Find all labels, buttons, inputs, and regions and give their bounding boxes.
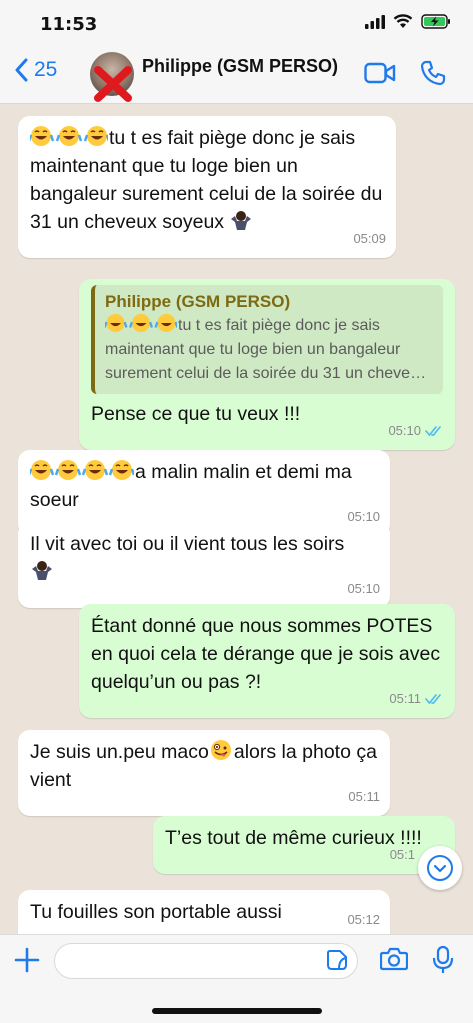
avatar[interactable] xyxy=(90,52,134,102)
message-time: 05:12 xyxy=(347,912,380,927)
sticker-button[interactable] xyxy=(326,949,348,976)
message-time: 05:11 xyxy=(348,789,380,804)
message-meta: 05:11 xyxy=(389,685,445,713)
message-text: T’es tout de même curieux !!!! xyxy=(165,827,422,849)
shrug-emoji-icon xyxy=(32,561,52,580)
microphone-button[interactable] xyxy=(432,945,454,980)
scroll-to-bottom-button[interactable] xyxy=(418,846,462,890)
phone-icon xyxy=(420,60,446,86)
status-time: 11:53 xyxy=(40,14,98,35)
message-text-part-1: Je suis un.peu maco xyxy=(30,741,209,763)
message-outgoing[interactable]: Philippe (GSM PERSO) tu t es fait piège … xyxy=(79,279,455,450)
double-check-icon xyxy=(425,426,441,437)
quoted-text: tu t es fait piège donc je sais maintena… xyxy=(105,313,433,386)
chat-area[interactable]: tu t es fait piège donc je sais maintena… xyxy=(0,104,473,934)
battery-charging-icon xyxy=(421,14,450,29)
video-call-button[interactable] xyxy=(364,62,396,89)
message-text: Pense ce que tu veux !!! xyxy=(91,403,301,425)
message-input[interactable] xyxy=(54,943,358,979)
message-text: Étant donné que nous sommes POTES en quo… xyxy=(91,615,441,693)
shrug-emoji-icon xyxy=(231,211,252,230)
chevron-left-icon xyxy=(15,58,28,82)
message-meta: 05:12 xyxy=(347,906,380,934)
message-time: 05:10 xyxy=(388,423,421,438)
tears-of-joy-emoji-icon xyxy=(30,460,134,480)
sticker-icon xyxy=(327,950,347,970)
message-incoming[interactable]: Je suis un.peu maco alors la photo ça vi… xyxy=(18,730,390,816)
chat-header: 25 Philippe (GSM PERSO) xyxy=(0,44,473,104)
message-time: 05:11 xyxy=(389,691,421,706)
message-outgoing[interactable]: T’es tout de même curieux !!!! 05:1 xyxy=(153,816,455,874)
status-icons xyxy=(365,14,451,29)
chevron-down-circle-icon xyxy=(427,855,453,881)
message-meta: 05:10 xyxy=(388,417,445,445)
double-check-icon xyxy=(425,694,441,705)
plus-icon xyxy=(14,947,40,973)
quoted-sender: Philippe (GSM PERSO) xyxy=(105,292,291,311)
voice-call-button[interactable] xyxy=(420,60,446,91)
message-outgoing[interactable]: Étant donné que nous sommes POTES en quo… xyxy=(79,604,455,718)
quoted-message[interactable]: Philippe (GSM PERSO) tu t es fait piège … xyxy=(91,285,443,394)
microphone-icon xyxy=(432,945,454,973)
message-time: 05:1 xyxy=(389,847,415,862)
home-indicator xyxy=(152,1008,322,1014)
camera-icon xyxy=(379,947,409,971)
message-text: Tu fouilles son portable aussi xyxy=(30,901,282,923)
tears-of-joy-emoji-icon xyxy=(30,126,108,146)
message-time: 05:10 xyxy=(347,581,380,596)
camera-button[interactable] xyxy=(379,947,409,976)
message-meta: 05:11 xyxy=(348,783,380,811)
wifi-icon xyxy=(393,14,413,28)
unread-count: 25 xyxy=(34,58,58,81)
message-incoming[interactable]: Il vit avec toi ou il vient tous les soi… xyxy=(18,522,390,608)
message-incoming[interactable]: tu t es fait piège donc je sais maintena… xyxy=(18,116,396,258)
message-meta: 05:09 xyxy=(353,225,386,253)
back-button[interactable]: 25 xyxy=(14,58,57,82)
message-incoming[interactable]: Tu fouilles son portable aussi 05:12 xyxy=(18,890,390,934)
video-camera-icon xyxy=(364,62,396,84)
status-bar: 11:53 xyxy=(0,0,473,48)
signal-icon xyxy=(365,14,385,29)
message-meta: 05:10 xyxy=(347,575,380,603)
contact-name[interactable]: Philippe (GSM PERSO) xyxy=(142,56,338,77)
attach-button[interactable] xyxy=(14,947,40,978)
tears-of-joy-emoji-icon xyxy=(105,313,177,333)
message-text: Il vit avec toi ou il vient tous les soi… xyxy=(30,533,345,555)
red-cross-icon xyxy=(94,66,132,102)
message-time: 05:09 xyxy=(353,231,386,246)
zany-face-emoji-icon xyxy=(210,740,231,760)
message-meta: 05:1 xyxy=(390,841,415,869)
